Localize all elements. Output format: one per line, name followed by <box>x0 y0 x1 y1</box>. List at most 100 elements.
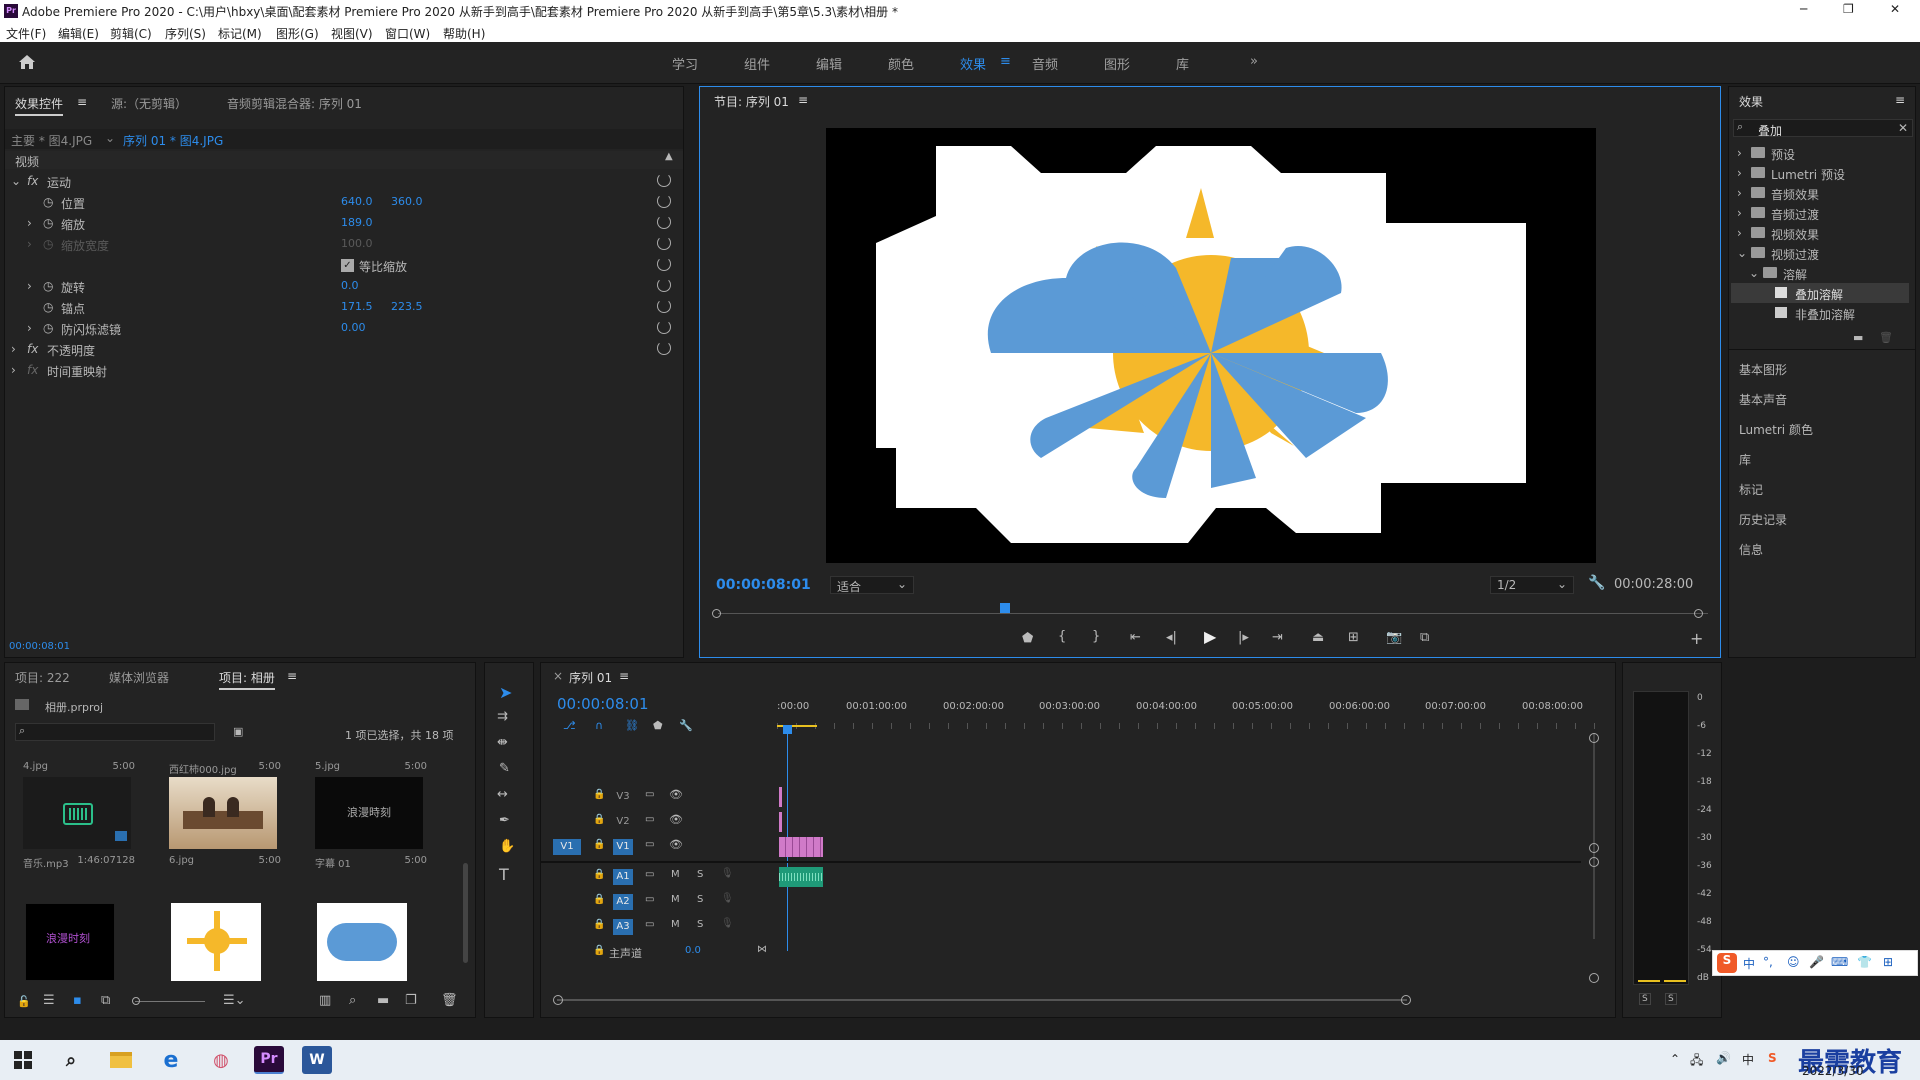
track-target-a1[interactable]: A1 <box>613 869 633 885</box>
razor-tool-icon[interactable]: ✎ <box>499 761 510 776</box>
list-view-icon[interactable]: ☰ <box>43 993 55 1008</box>
reset-icon[interactable] <box>657 299 671 313</box>
prop-value-y[interactable]: 360.0 <box>391 195 423 208</box>
project-scrollbar[interactable] <box>463 863 468 963</box>
effects-tree-item[interactable]: › 音频效果 <box>1729 183 1915 203</box>
edge-icon[interactable]: e <box>156 1046 186 1074</box>
automate-icon[interactable]: ▥ <box>319 993 331 1008</box>
tab-menu-icon[interactable]: ≡ <box>77 95 87 109</box>
effects-tree-item[interactable]: ⌄ 溶解 <box>1729 263 1915 283</box>
sequence-clip-label[interactable]: 序列 01 * 图4.JPG <box>123 132 223 149</box>
ime-keyboard-icon[interactable]: ⌨ <box>1831 955 1848 969</box>
clip-v3-pink[interactable] <box>779 787 782 807</box>
expand-chevron-icon[interactable]: ⌄ <box>11 174 21 188</box>
word-icon[interactable]: W <box>302 1046 332 1074</box>
ime-emoji-icon[interactable]: ☺ <box>1787 955 1800 969</box>
section-lumetri-color[interactable]: Lumetri 颜色 <box>1729 413 1915 443</box>
solo-button[interactable]: S <box>697 869 703 880</box>
effects-tree-item[interactable]: › 视频效果 <box>1729 223 1915 243</box>
track-target-v1[interactable]: V1 <box>613 839 633 855</box>
delete-icon[interactable]: 🗑 <box>1879 331 1893 344</box>
mic-icon[interactable]: 🎙 <box>721 893 734 904</box>
new-bin-icon[interactable]: ▬ <box>1853 331 1863 344</box>
workspace-libraries[interactable]: 库 <box>1176 54 1189 73</box>
panel-menu-icon[interactable]: ≡ <box>287 669 297 683</box>
browser-icon[interactable]: ◍ <box>206 1046 236 1074</box>
home-icon[interactable] <box>18 54 36 70</box>
prop-value[interactable]: 0.0 <box>341 279 359 292</box>
eye-icon[interactable]: 👁 <box>669 838 683 851</box>
section-libraries[interactable]: 库 <box>1729 443 1915 473</box>
new-search-bin-icon[interactable]: ▣ <box>233 725 243 738</box>
sort-icon[interactable]: ☰⌄ <box>223 993 246 1008</box>
new-item-icon[interactable]: ❐ <box>405 993 417 1008</box>
lock-icon[interactable]: 🔒 <box>593 789 605 800</box>
minimize-button[interactable]: ─ <box>1800 2 1807 16</box>
stopwatch-icon[interactable]: ◷ <box>43 216 53 230</box>
zoom-slider[interactable] <box>132 997 205 1005</box>
close-button[interactable]: ✕ <box>1890 2 1900 16</box>
more-workspaces-icon[interactable]: » <box>1250 54 1258 69</box>
ime-chinese-mode[interactable]: 中 <box>1743 955 1755 972</box>
step-forward-icon[interactable]: |▸ <box>1238 630 1249 645</box>
sync-lock-icon[interactable]: ▭ <box>645 894 654 905</box>
prop-value[interactable]: 0.00 <box>341 321 366 334</box>
menu-view[interactable]: 视图(V) <box>331 25 373 42</box>
type-tool-icon[interactable]: T <box>499 865 509 884</box>
stopwatch-icon[interactable]: ◷ <box>43 279 53 293</box>
lock-icon[interactable]: 🔒 <box>593 919 605 930</box>
mic-icon[interactable]: 🎙 <box>721 868 734 879</box>
track-target-v3[interactable]: V3 <box>613 789 633 805</box>
step-back-icon[interactable]: ◂| <box>1166 630 1177 645</box>
section-history[interactable]: 历史记录 <box>1729 503 1915 533</box>
menu-edit[interactable]: 编辑(E) <box>58 25 99 42</box>
cloud-thumbnail[interactable] <box>317 903 407 981</box>
workspace-editing[interactable]: 编辑 <box>816 54 842 73</box>
clip-v2-pink[interactable] <box>779 812 782 832</box>
reset-icon[interactable] <box>657 341 671 355</box>
prop-row-anchor[interactable]: ◷ 锚点 171.5 223.5 <box>5 297 683 318</box>
pen-tool-icon[interactable]: ✒ <box>499 813 510 828</box>
effects-tree-item[interactable]: › 音频过渡 <box>1729 203 1915 223</box>
master-volume[interactable]: 0.0 <box>685 945 701 956</box>
program-timecode[interactable]: 00:00:08:01 <box>716 577 811 593</box>
sogou-icon[interactable]: S <box>1717 953 1737 973</box>
selection-tool-icon[interactable]: ➤ <box>499 683 512 702</box>
chevron-down-icon[interactable]: ⌄ <box>105 131 115 145</box>
expand-chevron-icon[interactable]: › <box>27 321 32 335</box>
new-bin-icon[interactable]: ▬ <box>377 993 389 1008</box>
menu-clip[interactable]: 剪辑(C) <box>110 25 152 42</box>
workspace-color[interactable]: 颜色 <box>888 54 914 73</box>
lock-icon[interactable]: 🔒 <box>593 839 605 850</box>
premiere-taskbar-icon[interactable]: Pr <box>254 1046 284 1074</box>
clear-icon[interactable]: 🗑 <box>441 993 458 1008</box>
search-icon[interactable]: ⌕ <box>56 1046 86 1074</box>
source-patch-v1[interactable]: V1 <box>553 839 581 855</box>
sync-lock-icon[interactable]: ▭ <box>645 839 654 850</box>
section-essential-graphics[interactable]: 基本图形 <box>1729 353 1915 383</box>
prop-row-antiflicker[interactable]: › ◷ 防闪烁滤镜 0.00 <box>5 318 683 339</box>
track-target-v2[interactable]: V2 <box>613 814 633 830</box>
expand-chevron-icon[interactable]: › <box>11 342 16 356</box>
lock-icon[interactable]: 🔓 <box>17 995 31 1008</box>
tray-chevron-icon[interactable]: ⌃ <box>1670 1052 1680 1066</box>
lock-icon[interactable]: 🔒 <box>593 814 605 825</box>
clear-search-icon[interactable]: ✕ <box>1898 121 1908 135</box>
menu-help[interactable]: 帮助(H) <box>443 25 485 42</box>
workspace-learn[interactable]: 学习 <box>672 54 698 73</box>
mute-button[interactable]: M <box>671 919 680 930</box>
reset-icon[interactable] <box>657 194 671 208</box>
solo-left-button[interactable]: S <box>1639 993 1651 1005</box>
track-target-a2[interactable]: A2 <box>613 894 633 910</box>
extract-icon[interactable]: ⊞ <box>1348 630 1359 645</box>
reset-icon[interactable] <box>657 236 671 250</box>
menu-window[interactable]: 窗口(W) <box>385 25 430 42</box>
mark-out-icon[interactable]: } <box>1092 629 1100 644</box>
ime-voice-icon[interactable]: 🎤 <box>1809 955 1824 969</box>
eye-icon[interactable]: 👁 <box>669 813 683 826</box>
prop-row-uniform-scale[interactable]: ✓ 等比缩放 <box>5 255 683 276</box>
timeline-timecode[interactable]: 00:00:08:01 <box>557 695 649 713</box>
workspace-menu-icon[interactable]: ≡ <box>1000 54 1011 69</box>
stopwatch-icon[interactable]: ◷ <box>43 321 53 335</box>
lock-icon[interactable]: 🔒 <box>593 869 605 880</box>
